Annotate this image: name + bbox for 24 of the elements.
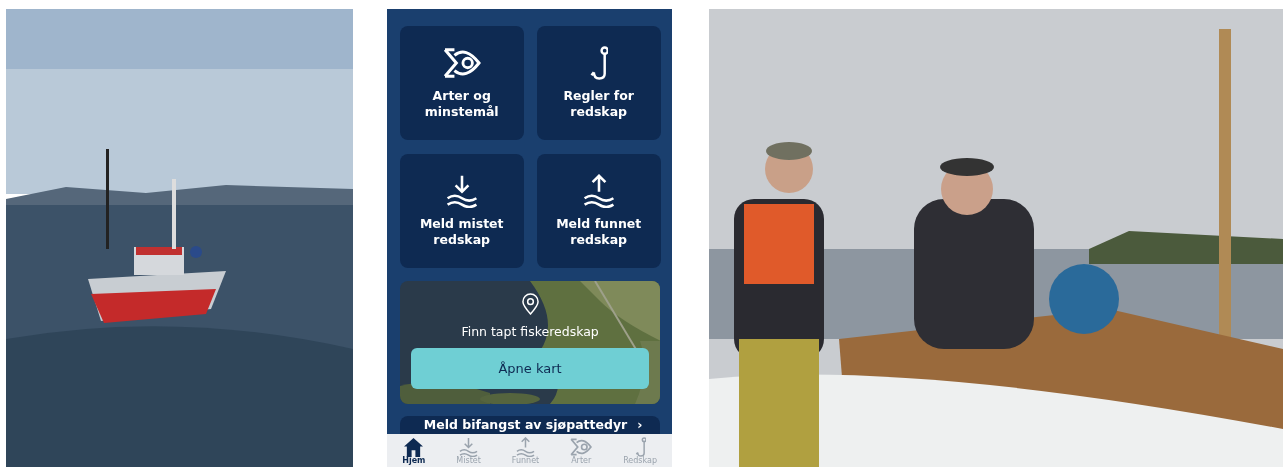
arrow-down-waves-icon <box>445 173 478 208</box>
menu-tile[interactable]: Meld mistet redskap <box>399 154 524 268</box>
hook-icon <box>589 45 609 80</box>
arrow-down-waves-icon <box>459 437 479 457</box>
arrow-up-waves-icon <box>582 173 615 208</box>
menu-tile[interactable]: Arter og minstemål <box>399 26 524 140</box>
home-icon <box>404 437 424 457</box>
open-map-button[interactable]: Åpne kart <box>411 347 650 389</box>
fish-icon <box>442 45 481 80</box>
map-card-title: Finn tapt fiskeredskap <box>461 323 599 341</box>
report-row-label: Meld bifangst av sjøpattedyr <box>423 419 628 434</box>
report-row[interactable]: Meld bifangst av sjøpattedyr › <box>399 416 661 434</box>
tile-label: Meld mistet redskap <box>418 215 505 249</box>
fish-icon <box>570 437 593 457</box>
arrow-up-waves-icon <box>516 437 535 457</box>
tile-label: Arter og minstemål <box>423 87 500 121</box>
tile-label: Meld funnet redskap <box>555 215 643 249</box>
chevron-icon: › <box>637 419 643 434</box>
menu-tile[interactable]: Regler for redskap <box>536 26 661 140</box>
menu-tile[interactable]: Meld funnet redskap <box>536 154 661 268</box>
hook-icon <box>634 437 646 457</box>
tile-label: Regler for redskap <box>562 87 635 121</box>
tab-item[interactable]: Hjem <box>402 437 426 465</box>
location-pin-icon <box>521 293 539 315</box>
